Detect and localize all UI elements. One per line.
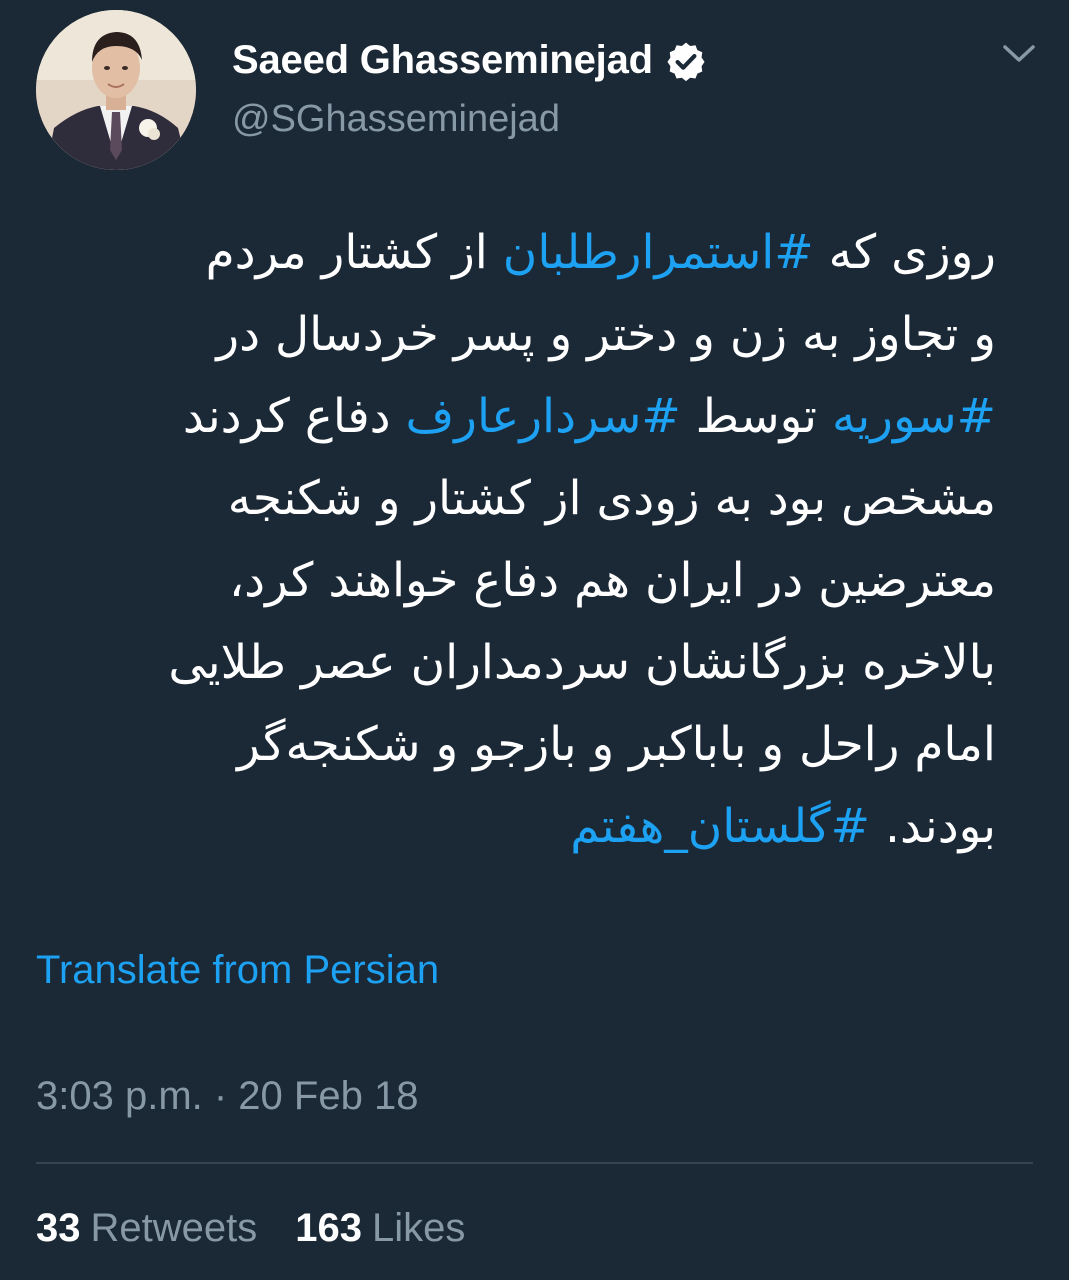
tweet-text-segment: و تجاوز به زن و دختر و پسر خردسال در (216, 307, 996, 362)
tweet-text-segment: توسط (680, 389, 832, 444)
retweets-count: 33 (36, 1206, 81, 1250)
hashtag-link[interactable]: #سردارعارف (406, 389, 681, 444)
likes-count: 163 (295, 1206, 362, 1250)
display-name[interactable]: Saeed Ghasseminejad (232, 38, 707, 83)
hashtag-link[interactable]: #گلستان_هفتم (570, 799, 870, 854)
verified-badge-icon (665, 40, 707, 82)
retweets-stat[interactable]: 33 Retweets (36, 1206, 257, 1251)
tweet-text-line: روزی که #استمرارطلبان از کشتار مردم (36, 212, 996, 294)
avatar[interactable] (36, 10, 196, 170)
tweet-text-line: #سوریه توسط #سردارعارف دفاع کردند (36, 376, 996, 458)
tweet-text-segment: مشخص بود به زودی از کشتار و شکنجه (227, 471, 996, 526)
tweet-text-line: مشخص بود به زودی از کشتار و شکنجه (36, 458, 996, 540)
translate-link[interactable]: Translate from Persian (36, 948, 439, 993)
chevron-down-icon[interactable] (1000, 38, 1038, 68)
likes-label: Likes (372, 1206, 466, 1250)
tweet-text-segment: معترضین در ایران هم دفاع خواهند کرد، (228, 553, 996, 608)
engagement-stats: 33 Retweets 163 Likes (36, 1206, 465, 1251)
tweet-text-line: بودند. #گلستان_هفتم (36, 786, 996, 868)
tweet-timestamp[interactable]: 3:03 p.m. · 20 Feb 18 (36, 1074, 418, 1119)
hashtag-link[interactable]: #سوریه (832, 389, 996, 444)
hashtag-link[interactable]: #استمرارطلبان (503, 225, 814, 280)
tweet-text-segment: روزی که (813, 225, 996, 280)
tweet-text-line: بالاخره بزرگانشان سردمداران عصر طلایی (36, 622, 996, 704)
tweet-text-line: امام راحل و باباکبر و بازجو و شکنجه‌گر (36, 704, 996, 786)
tweet-detail: Saeed Ghasseminejad @SGhasseminejad روزی… (0, 0, 1069, 1280)
retweets-label: Retweets (90, 1206, 258, 1250)
tweet-text-segment: بالاخره بزرگانشان سردمداران عصر طلایی (168, 635, 996, 690)
user-handle[interactable]: @SGhasseminejad (232, 98, 560, 141)
likes-stat[interactable]: 163 Likes (295, 1206, 465, 1251)
tweet-text: روزی که #استمرارطلبان از کشتار مردم و تجا… (36, 212, 996, 868)
tweet-text-segment: دفاع کردند (182, 389, 406, 444)
profile-photo (36, 10, 196, 170)
tweet-text-segment: از کشتار مردم (205, 225, 503, 280)
display-name-text: Saeed Ghasseminejad (232, 38, 653, 82)
tweet-text-segment: امام راحل و باباکبر و بازجو و شکنجه‌گر (237, 717, 996, 772)
tweet-text-line: معترضین در ایران هم دفاع خواهند کرد، (36, 540, 996, 622)
tweet-text-line: و تجاوز به زن و دختر و پسر خردسال در (36, 294, 996, 376)
tweet-text-segment: بودند. (870, 799, 996, 854)
divider (36, 1162, 1033, 1164)
